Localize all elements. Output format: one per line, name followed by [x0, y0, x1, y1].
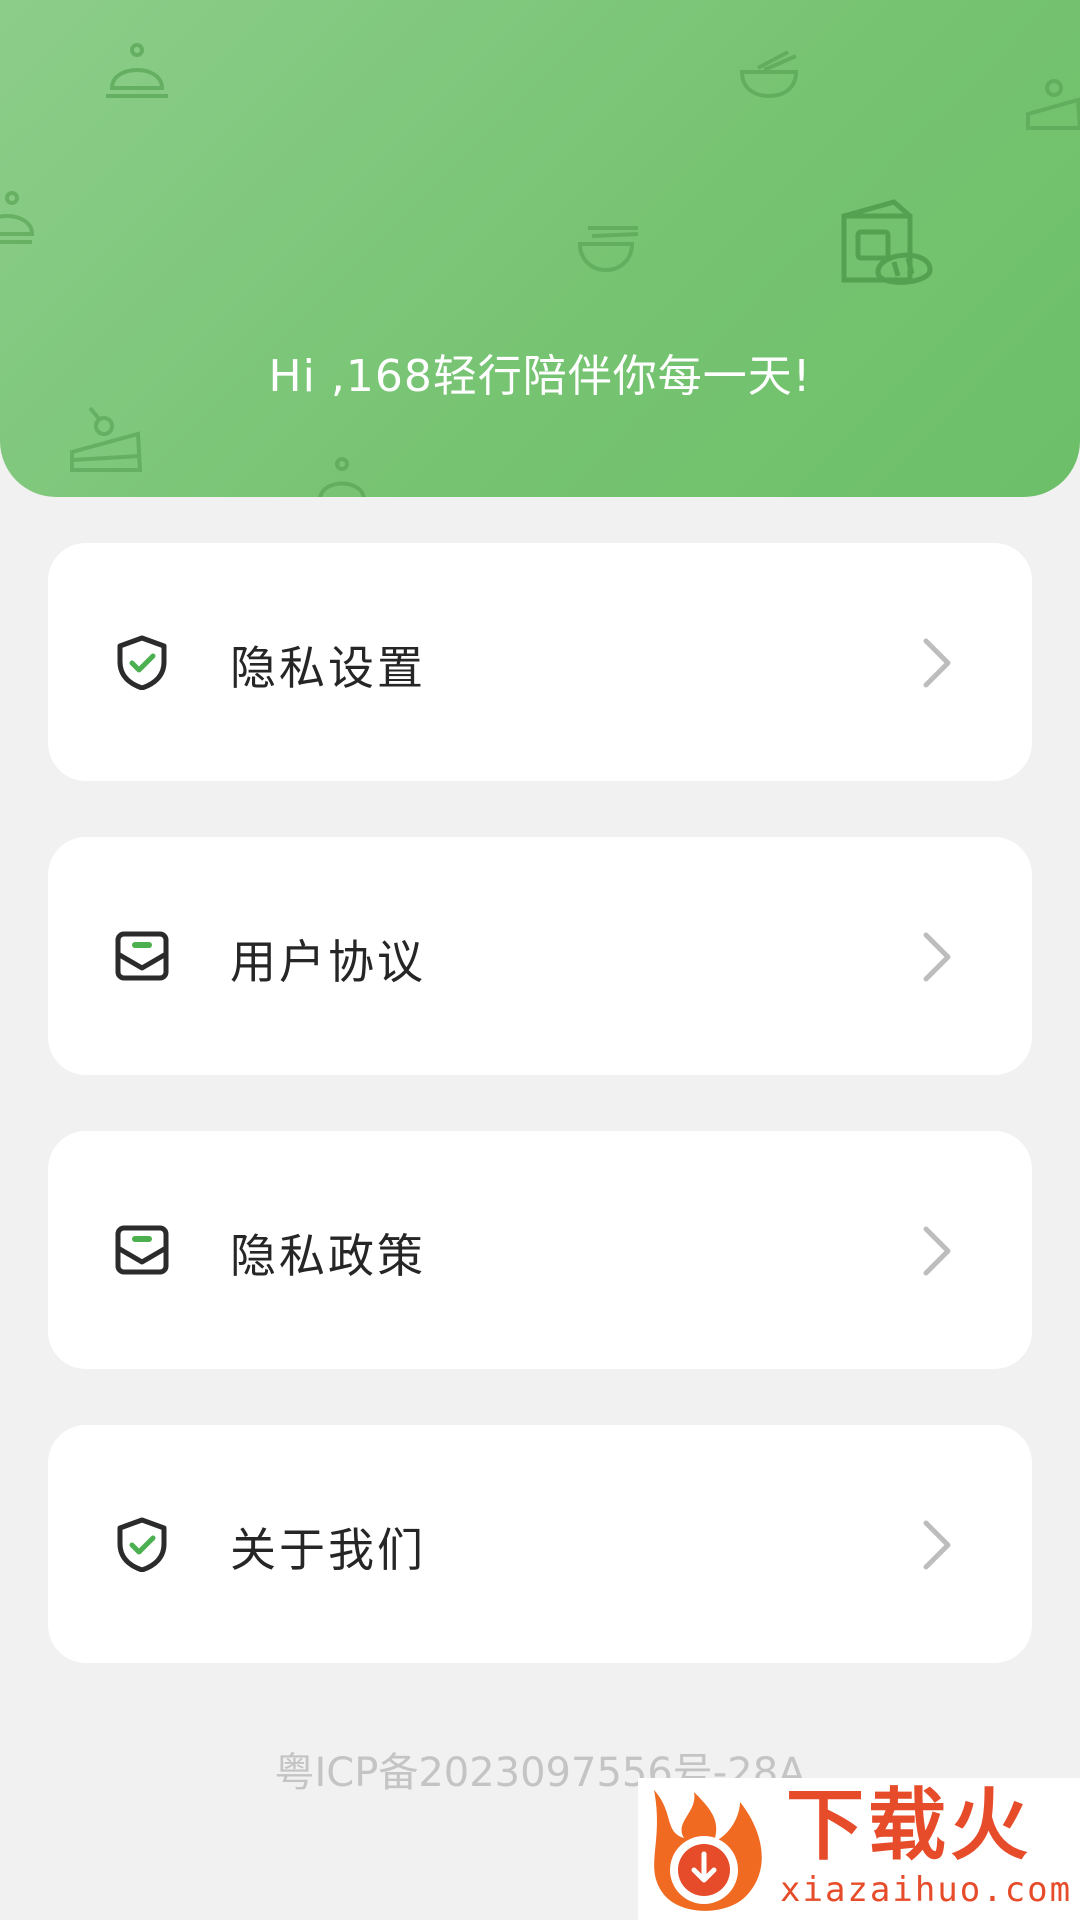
menu-item-label: 用户协议 — [230, 935, 426, 989]
watermark-badge: 下载火 xiazaihuo.com — [638, 1778, 1080, 1920]
chevron-right-icon — [923, 1226, 951, 1276]
chevron-right-icon — [923, 932, 951, 982]
watermark-title: 下载火 — [786, 1781, 1033, 1871]
noodle-bowl-icon — [739, 50, 799, 99]
menu-item-about-us[interactable]: 关于我们 — [48, 1425, 1032, 1663]
cloche-icon — [106, 43, 168, 98]
chevron-right-icon — [923, 638, 951, 688]
menu-item-label: 隐私政策 — [230, 1229, 426, 1283]
noodle-bowl-icon — [577, 226, 639, 273]
shield-check-icon — [117, 635, 167, 690]
menu-item-privacy-settings[interactable]: 隐私设置 — [48, 543, 1032, 781]
greeting-text: Hi ,168轻行陪伴你每一天! — [268, 351, 812, 402]
cake-slice-icon — [1026, 79, 1080, 130]
bread-bag-icon — [841, 199, 933, 285]
menu-item-label: 隐私设置 — [230, 641, 426, 695]
menu-item-label: 关于我们 — [230, 1523, 426, 1577]
envelope-icon — [115, 931, 169, 981]
cloche-icon — [0, 191, 35, 244]
flame-logo-icon — [654, 1790, 762, 1911]
header-banner: Hi ,168轻行陪伴你每一天! — [0, 0, 1080, 497]
envelope-icon — [115, 1225, 169, 1275]
shield-check-icon — [117, 1517, 167, 1572]
cake-slice-icon — [70, 406, 143, 472]
menu-item-user-agreement[interactable]: 用户协议 — [48, 837, 1032, 1075]
watermark-site: xiazaihuo.com — [780, 1870, 1073, 1910]
menu-item-privacy-policy[interactable]: 隐私政策 — [48, 1131, 1032, 1369]
chevron-right-icon — [923, 1520, 951, 1570]
cloche-icon — [318, 457, 366, 497]
